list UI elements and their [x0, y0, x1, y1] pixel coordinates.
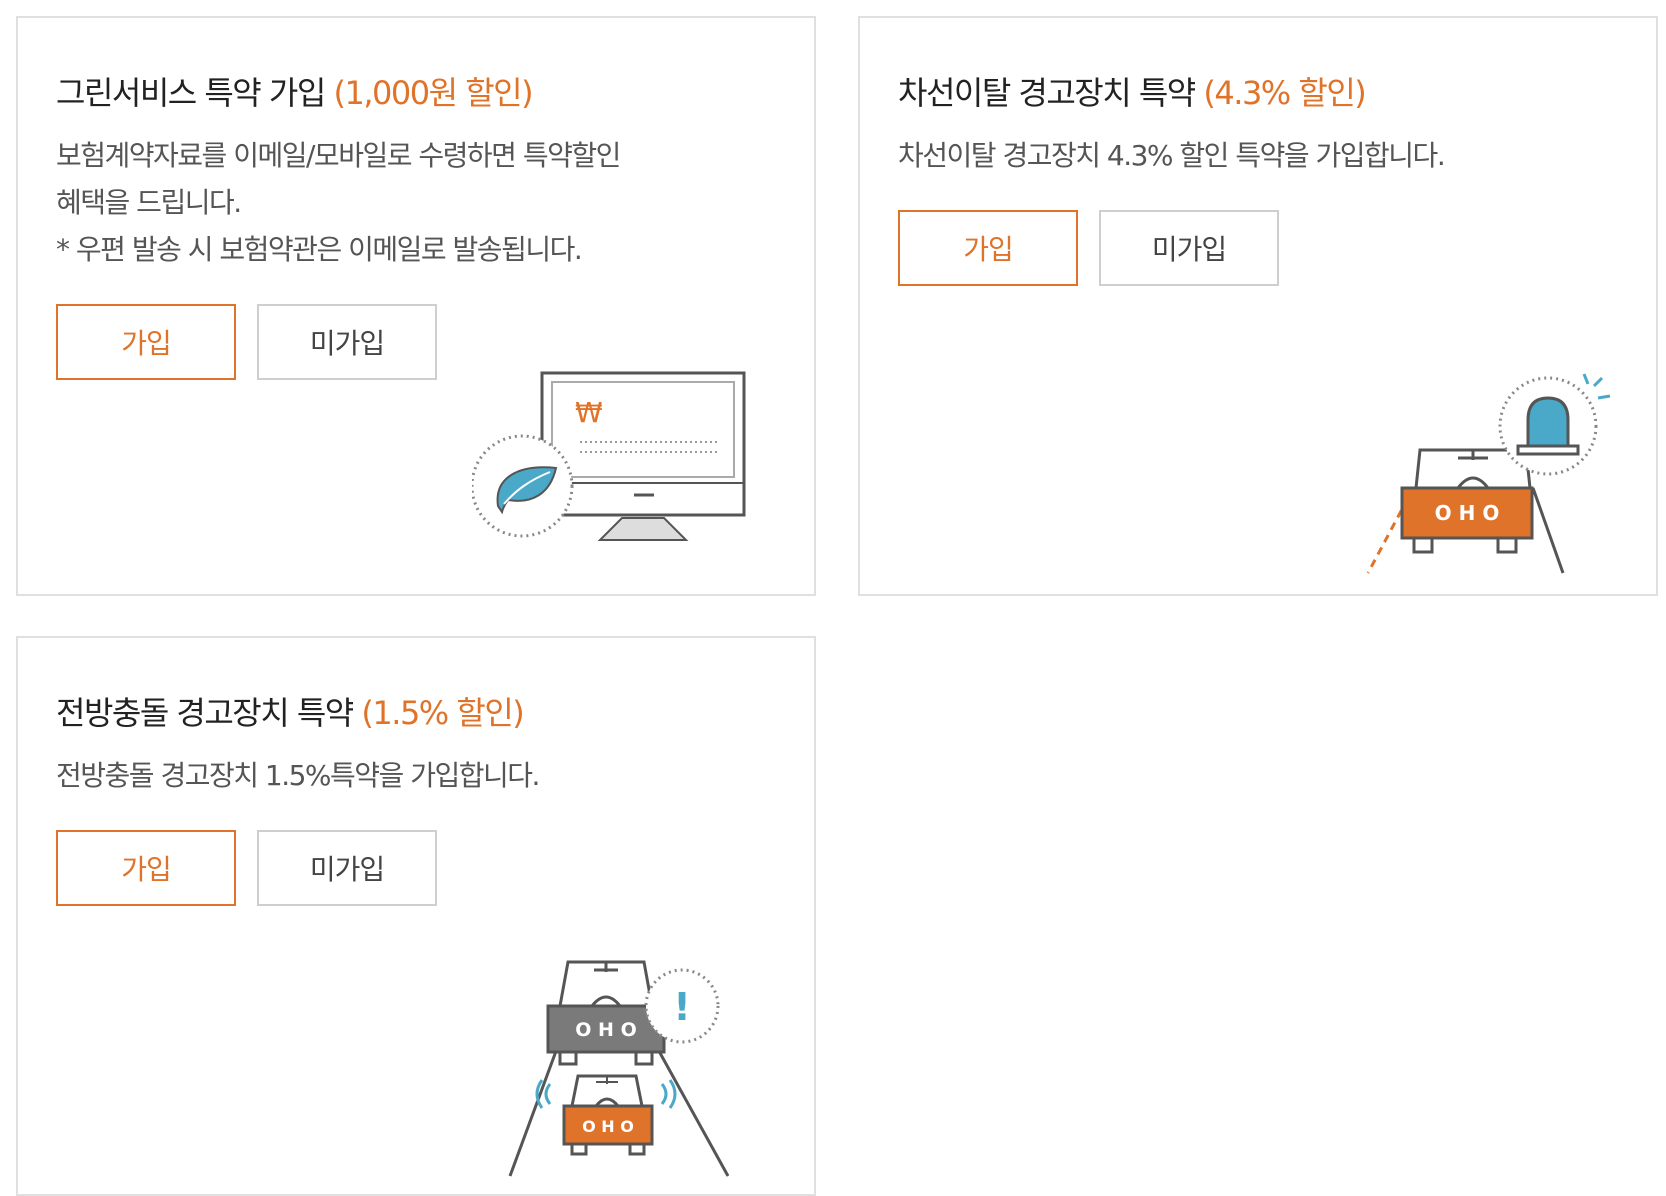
discount-label: (1,000원 할인)	[333, 74, 533, 112]
monitor-leaf-icon: ₩	[470, 368, 812, 583]
card-title: 전방충돌 경고장치 특약 (1.5% 할인)	[56, 688, 525, 734]
join-button[interactable]: 가입	[56, 830, 236, 906]
card-description: 전방충돌 경고장치 1.5%특약을 가입합니다.	[56, 752, 540, 799]
car-siren-icon: O H O	[1358, 368, 1628, 583]
description-line: 보험계약자료를 이메일/모바일로 수령하면 특약할인	[56, 139, 621, 172]
lane-departure-card: 차선이탈 경고장치 특약 (4.3% 할인) 차선이탈 경고장치 4.3% 할인…	[858, 16, 1658, 596]
join-button[interactable]: 가입	[898, 210, 1078, 286]
description-line: 혜택을 드립니다.	[56, 186, 242, 219]
card-title: 그린서비스 특약 가입 (1,000원 할인)	[56, 68, 534, 114]
join-button[interactable]: 가입	[56, 304, 236, 380]
discount-label: (1.5% 할인)	[361, 694, 524, 732]
card-title: 차선이탈 경고장치 특약 (4.3% 할인)	[898, 68, 1367, 114]
green-service-card: 그린서비스 특약 가입 (1,000원 할인) 보험계약자료를 이메일/모바일로…	[16, 16, 816, 596]
description-line: * 우편 발송 시 보험약관은 이메일로 발송됩니다.	[56, 233, 583, 266]
alert-mark: !	[673, 985, 690, 1029]
car-collision-warning-icon: O H O ! O H O	[504, 954, 794, 1189]
discount-label: (4.3% 할인)	[1203, 74, 1366, 112]
decline-button[interactable]: 미가입	[257, 304, 437, 380]
car-plate: O H O	[1435, 501, 1500, 525]
card-title-text: 차선이탈 경고장치 특약	[898, 74, 1196, 112]
card-title-text: 전방충돌 경고장치 특약	[56, 694, 354, 732]
card-description: 차선이탈 경고장치 4.3% 할인 특약을 가입합니다.	[898, 132, 1446, 179]
card-title-text: 그린서비스 특약 가입	[56, 74, 326, 112]
description-line: 전방충돌 경고장치 1.5%특약을 가입합니다.	[56, 759, 540, 792]
forward-collision-card: 전방충돌 경고장치 특약 (1.5% 할인) 전방충돌 경고장치 1.5%특약을…	[16, 636, 816, 1196]
car-plate: O H O	[575, 1019, 636, 1041]
car-plate: O H O	[582, 1117, 634, 1136]
description-line: 차선이탈 경고장치 4.3% 할인 특약을 가입합니다.	[898, 139, 1446, 172]
decline-button[interactable]: 미가입	[1099, 210, 1279, 286]
decline-button[interactable]: 미가입	[257, 830, 437, 906]
won-symbol: ₩	[575, 396, 603, 429]
card-description: 보험계약자료를 이메일/모바일로 수령하면 특약할인 혜택을 드립니다. * 우…	[56, 132, 621, 273]
